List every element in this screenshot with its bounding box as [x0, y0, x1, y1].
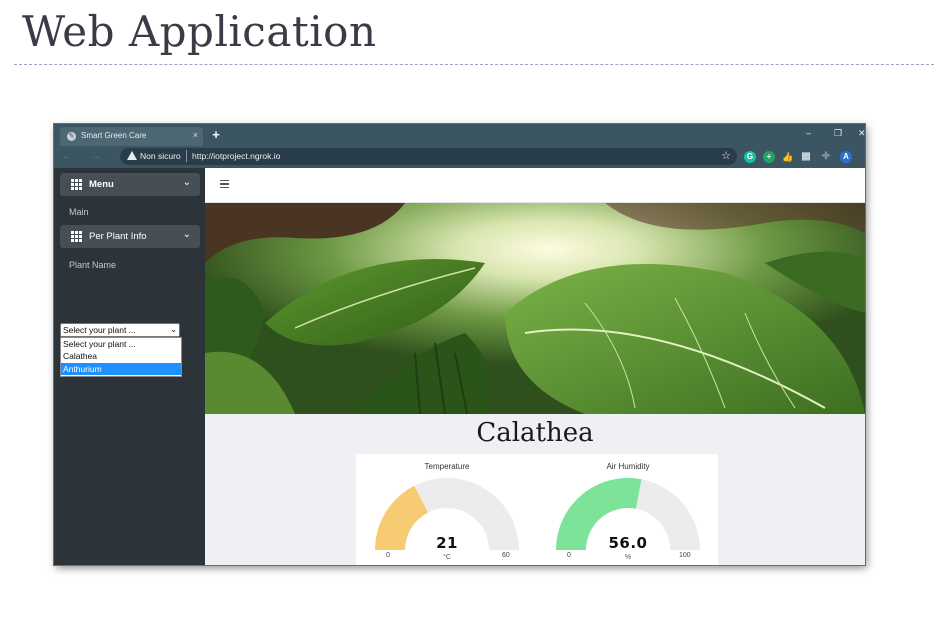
new-tab-button[interactable]: +: [208, 127, 224, 143]
sidebar-item-main[interactable]: Main: [69, 207, 89, 217]
gauge-max: 60: [502, 552, 510, 559]
gauge-card: Temperature 21 °C 0 60 Air Humidity 56.0…: [356, 454, 718, 565]
top-bar: [205, 168, 865, 203]
plant-banner-image: [205, 203, 865, 414]
bookmark-star-icon[interactable]: ☆: [721, 149, 731, 162]
chevron-down-icon: ⌄: [182, 177, 191, 188]
favicon-icon: ✎: [67, 132, 76, 141]
profile-avatar[interactable]: A: [840, 151, 852, 163]
temperature-gauge: Temperature 21 °C 0 60: [362, 454, 532, 565]
plant-select-dropdown: Select your plant ... Calathea Anthurium: [60, 337, 182, 377]
dropdown-option[interactable]: Anthurium: [61, 363, 181, 375]
slide-title: Web Application: [22, 7, 377, 56]
warning-icon: [127, 151, 137, 160]
menu-label: Menu: [89, 179, 114, 190]
add-extension-icon[interactable]: +: [763, 151, 775, 163]
security-label[interactable]: Non sicuro: [140, 151, 181, 161]
gauge-min: 0: [567, 552, 571, 559]
grammarly-extension-icon[interactable]: G: [744, 151, 756, 163]
grid-icon: [71, 179, 82, 190]
gauge-value: 56.0: [608, 534, 648, 552]
tab-close-icon[interactable]: ×: [193, 129, 198, 142]
grid-icon: [71, 231, 82, 242]
minimize-icon[interactable]: –: [806, 127, 811, 139]
slide-divider: [14, 64, 934, 65]
hamburger-menu-icon[interactable]: [220, 180, 229, 188]
restore-icon[interactable]: ❐: [834, 127, 842, 139]
browser-tab[interactable]: ✎ Smart Green Care ×: [60, 127, 203, 146]
chevron-down-icon: ⌄: [170, 325, 177, 334]
plant-name-label: Plant Name: [69, 260, 117, 270]
plant-name-heading: Calathea: [476, 418, 594, 448]
browser-screenshot: ✎ Smart Green Care × + – ❐ ✕ ← → ⟳ Non s…: [54, 124, 865, 565]
main-content: Calathea Temperature 21 °C 0 60 Air Humi…: [205, 203, 865, 565]
puzzle-extension-icon[interactable]: ✚: [820, 151, 832, 163]
gauge-max: 100: [679, 552, 691, 559]
tab-title: Smart Green Care: [81, 131, 147, 140]
menu-header-button[interactable]: Menu ⌄: [60, 173, 200, 196]
address-bar-row: ← → ⟳ Non sicuro http://iotproject.ngrok…: [54, 146, 865, 168]
plant-info-label: Per Plant Info: [89, 231, 147, 242]
sidebar: Menu ⌄ Main Per Plant Info ⌄ Plant Name …: [54, 168, 205, 565]
url-separator: [186, 150, 187, 162]
dropdown-option[interactable]: Select your plant ...: [61, 338, 181, 350]
url-text[interactable]: http://iotproject.ngrok.io: [192, 151, 280, 161]
grid-extension-icon[interactable]: ▦: [800, 151, 812, 163]
chevron-down-icon: ⌄: [182, 229, 191, 240]
dropdown-option[interactable]: Calathea: [61, 350, 181, 362]
plant-info-header-button[interactable]: Per Plant Info ⌄: [60, 225, 200, 248]
close-window-icon[interactable]: ✕: [858, 127, 865, 139]
tab-bar: ✎ Smart Green Care × + – ❐ ✕: [54, 124, 865, 146]
thumb-extension-icon[interactable]: 👍: [782, 151, 794, 163]
humidity-gauge: Air Humidity 56.0 % 0 100: [543, 454, 713, 565]
gauge-value: 21: [436, 534, 458, 552]
url-box[interactable]: Non sicuro http://iotproject.ngrok.io ☆: [120, 148, 737, 165]
plant-select-value: Select your plant ...: [63, 325, 136, 335]
gauge-min: 0: [386, 552, 390, 559]
plant-select[interactable]: Select your plant ... ⌄: [60, 323, 180, 337]
